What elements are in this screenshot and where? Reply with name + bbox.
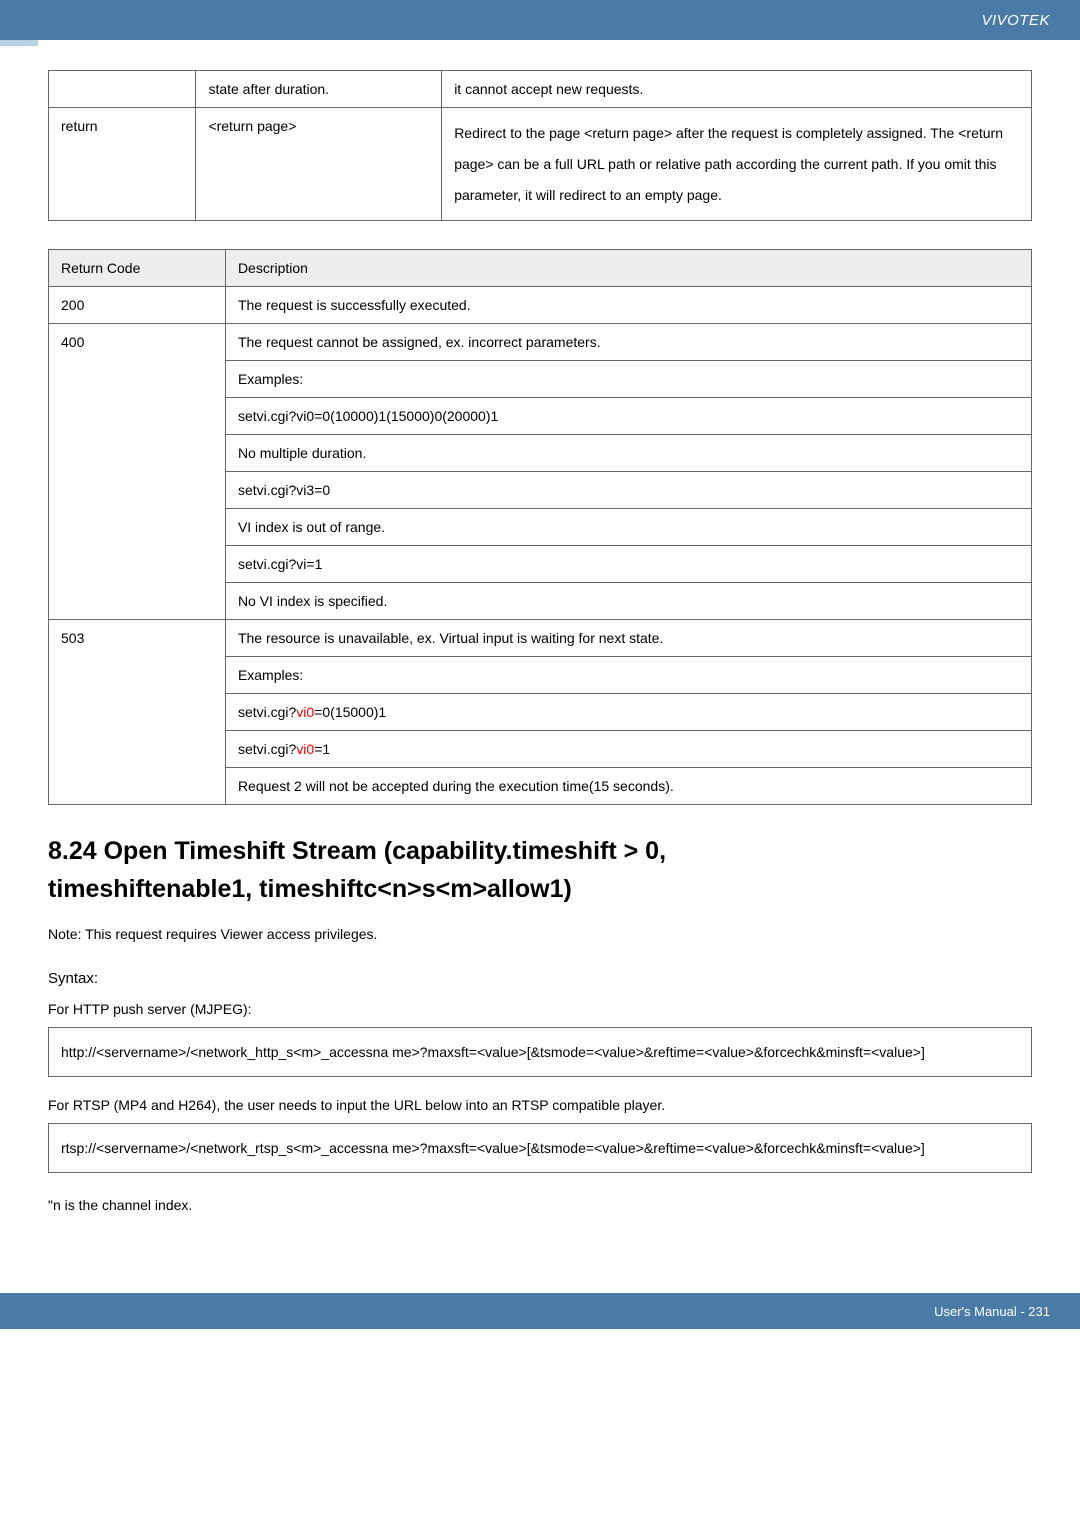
cell: 200 <box>49 287 226 324</box>
cell: Examples: <box>225 657 1031 694</box>
section-heading: 8.24 Open Timeshift Stream (capability.t… <box>48 833 1032 908</box>
cell: setvi.cgi?vi0=0(15000)1 <box>225 694 1031 731</box>
table-row: 200 The request is successfully executed… <box>49 287 1032 324</box>
text: setvi.cgi? <box>238 741 296 757</box>
cell: 400 <box>49 324 226 620</box>
http-url-box: http://<servername>/<network_http_s<m>_a… <box>48 1027 1032 1077</box>
cell: No VI index is specified. <box>225 583 1031 620</box>
header-cell: Return Code <box>49 250 226 287</box>
table-row: 400 The request cannot be assigned, ex. … <box>49 324 1032 361</box>
cell: Request 2 will not be accepted during th… <box>225 768 1031 805</box>
params-table: state after duration. it cannot accept n… <box>48 70 1032 221</box>
text: setvi.cgi? <box>238 704 296 720</box>
cell: setvi.cgi?vi0=0(10000)1(15000)0(20000)1 <box>225 398 1031 435</box>
rtsp-url-box: rtsp://<servername>/<network_rtsp_s<m>_a… <box>48 1123 1032 1173</box>
table-header-row: Return Code Description <box>49 250 1032 287</box>
heading-line1: 8.24 Open Timeshift Stream (capability.t… <box>48 837 666 865</box>
text: =0(15000)1 <box>314 704 386 720</box>
cell: setvi.cgi?vi0=1 <box>225 731 1031 768</box>
cell: The resource is unavailable, ex. Virtual… <box>225 620 1031 657</box>
header-cell: Description <box>225 250 1031 287</box>
cell: <return page> <box>196 108 442 221</box>
syntax-label: Syntax: <box>48 970 1032 987</box>
cell: state after duration. <box>196 71 442 108</box>
text: =1 <box>314 741 330 757</box>
footnote: "n is the channel index. <box>48 1197 1032 1213</box>
cell: it cannot accept new requests. <box>442 71 1032 108</box>
text-red: vi0 <box>296 741 314 757</box>
rtsp-label: For RTSP (MP4 and H264), the user needs … <box>48 1097 1032 1113</box>
cell: return <box>49 108 196 221</box>
mjpeg-label: For HTTP push server (MJPEG): <box>48 1001 1032 1017</box>
note-text: Note: This request requires Viewer acces… <box>48 926 1032 942</box>
cell: No multiple duration. <box>225 435 1031 472</box>
page-content: state after duration. it cannot accept n… <box>0 40 1080 1243</box>
cell: The request is successfully executed. <box>225 287 1031 324</box>
table-row: return <return page> Redirect to the pag… <box>49 108 1032 221</box>
cell: The request cannot be assigned, ex. inco… <box>225 324 1031 361</box>
return-code-table: Return Code Description 200 The request … <box>48 249 1032 805</box>
cell: Redirect to the page <return page> after… <box>442 108 1032 221</box>
cell: VI index is out of range. <box>225 509 1031 546</box>
cell: 503 <box>49 620 226 805</box>
cell: Examples: <box>225 361 1031 398</box>
cell-empty <box>49 71 196 108</box>
cell: setvi.cgi?vi=1 <box>225 546 1031 583</box>
footer-band: User's Manual - 231 <box>0 1293 1080 1329</box>
cell: setvi.cgi?vi3=0 <box>225 472 1031 509</box>
heading-line2: timeshiftenable1, timeshiftc<n>s<m>allow… <box>48 875 572 903</box>
brand-label: VIVOTEK <box>981 12 1050 29</box>
footer-text: User's Manual - 231 <box>934 1304 1050 1319</box>
table-row: state after duration. it cannot accept n… <box>49 71 1032 108</box>
text-red: vi0 <box>296 704 314 720</box>
table-row: 503 The resource is unavailable, ex. Vir… <box>49 620 1032 657</box>
header-band: VIVOTEK <box>0 0 1080 40</box>
